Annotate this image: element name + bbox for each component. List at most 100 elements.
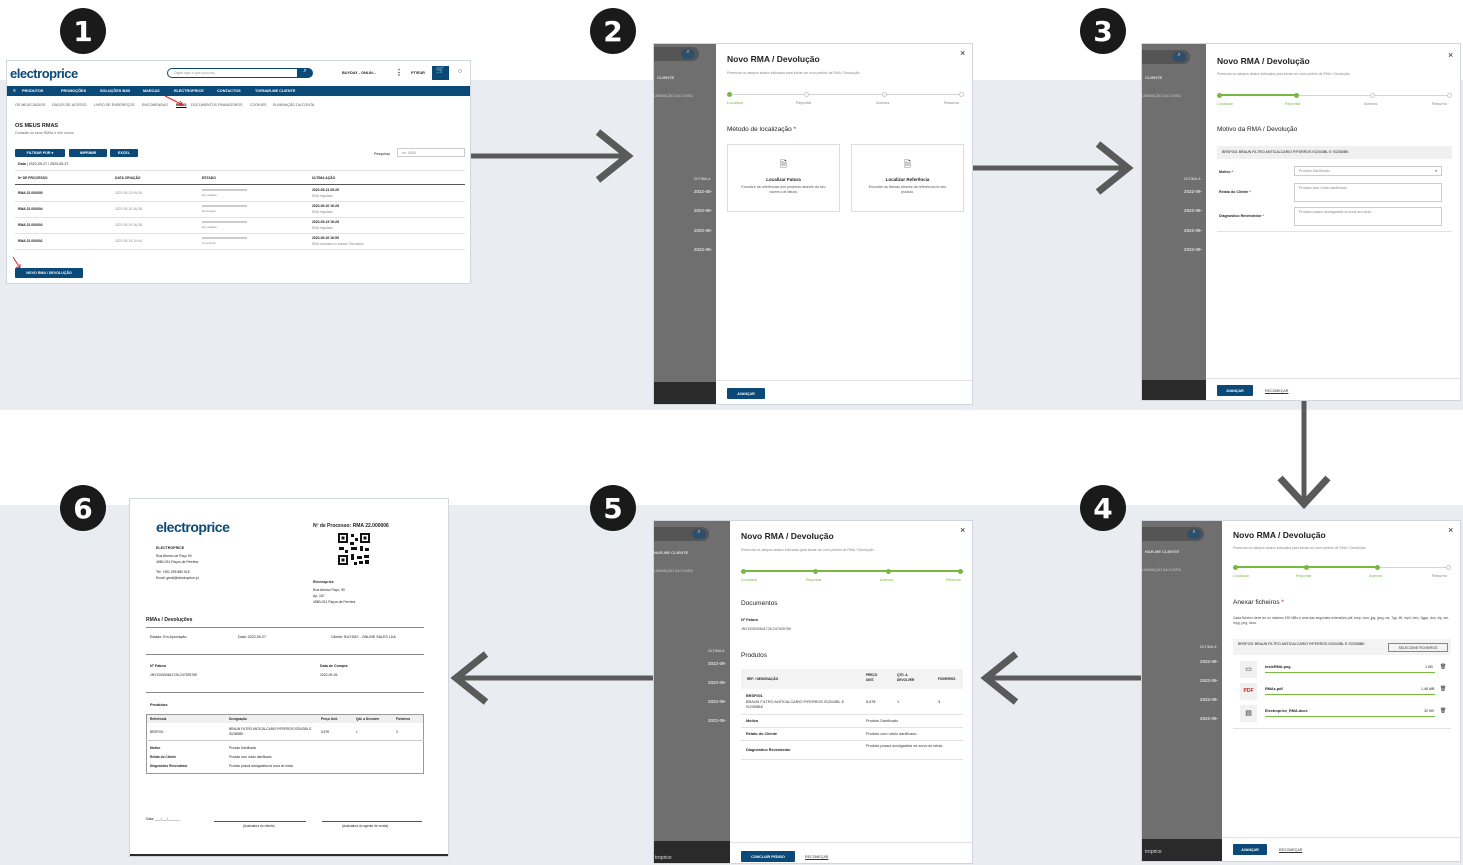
products-title: Produtos xyxy=(741,652,768,659)
document-logo: electroprice xyxy=(156,519,230,535)
col-date[interactable]: DATA CRIAÇÃO xyxy=(115,176,141,180)
cart-icon[interactable]: 🛒 xyxy=(432,66,449,80)
nav-produtos[interactable]: PRODUTOS xyxy=(22,89,43,93)
step-badge-4: 4 xyxy=(1080,485,1126,531)
diag-textarea[interactable]: Produto possui amolgadela na zona do rót… xyxy=(1294,207,1442,226)
search-icon: ⌕ xyxy=(1187,529,1201,539)
nav-marcas[interactable]: MARCAS xyxy=(143,89,160,93)
motivo-select[interactable]: Produto Danificado ▾ xyxy=(1294,166,1442,176)
main-nav: ≡ PRODUTOS PROMOÇÕES SOLUÇÕES B2B MARCAS… xyxy=(7,86,470,96)
stepper-dot-resumo xyxy=(1447,93,1452,98)
modal-title: Novo RMA / Devolução xyxy=(1217,56,1310,66)
excel-button[interactable]: EXCEL xyxy=(110,149,138,157)
rma-modal: Novo RMA / Devolução Preencha os campos … xyxy=(730,521,972,863)
language-selector[interactable]: PT/EUR xyxy=(411,71,425,75)
modal-title: Novo RMA / Devolução xyxy=(1233,530,1326,540)
rma-modal: Novo RMA / Devolução Preencha os campos … xyxy=(1222,521,1460,861)
arrow-right-icon xyxy=(470,129,634,183)
document-icon: 🗎 xyxy=(779,159,788,169)
nav-contactos[interactable]: CONTACTOS xyxy=(217,89,241,93)
locate-invoice-card[interactable]: 🗎 Localizar Fatura Encontre as referênci… xyxy=(727,144,840,212)
section-title: Método de localização * xyxy=(727,126,797,133)
finish-order-button[interactable]: CONCLUIR PEDIDO xyxy=(741,851,795,862)
image-file-icon: ▭ xyxy=(1240,661,1257,678)
modal-title: Novo RMA / Devolução xyxy=(727,54,820,64)
select-files-button[interactable]: SELECIONE FICHEIROS xyxy=(1388,643,1448,652)
step-badge-3: 3 xyxy=(1080,8,1126,54)
new-rma-button[interactable]: NOVO RMA / DEVOLUÇÃO xyxy=(15,268,83,278)
stepper-dot-reportar xyxy=(813,569,818,574)
account-menu[interactable]: BUYDAY - ONLIN... xyxy=(342,71,376,75)
doc-file-icon: ▤ xyxy=(1240,705,1257,722)
section-title: Motivo da RMA / Devolução xyxy=(1217,126,1298,133)
close-icon[interactable]: × xyxy=(960,525,965,535)
modal-subtitle: Preencha os campos abaixo indicados para… xyxy=(1217,72,1351,76)
locate-reference-card[interactable]: 🗎 Localizar Referência Encontre as fatur… xyxy=(851,144,964,212)
more-icon[interactable]: ⋮ xyxy=(395,68,403,77)
col-process[interactable]: Nº DE PROCESSO xyxy=(18,176,48,180)
relato-label: Relato do Cliente * xyxy=(1219,190,1251,194)
screen-3-report: ⌕ CLIENTE LIMINAÇÃO DA CONTA ÚLTIMA A 20… xyxy=(1141,43,1461,401)
stepper-dot-anexos xyxy=(882,92,887,97)
arrow-down-icon xyxy=(1277,400,1331,510)
restart-button[interactable]: RECOMEÇAR xyxy=(1265,389,1288,393)
rma-modal: Novo RMA / Devolução Preencha os campos … xyxy=(1206,44,1460,400)
modal-subtitle: Preencha os campos abaixo indicados para… xyxy=(1233,546,1367,550)
page-title: OS MEUS RMAS xyxy=(15,123,59,129)
step-badge-5: 5 xyxy=(590,485,636,531)
restart-button[interactable]: RECOMEÇAR xyxy=(805,855,828,859)
subnav-enderecos[interactable]: LIVRO DE ENDEREÇOS xyxy=(94,103,135,107)
document-icon: 🗎 xyxy=(903,159,912,169)
nav-promocoes[interactable]: PROMOÇÕES xyxy=(61,89,86,93)
modal-subtitle: Preencha os campos abaixo indicados para… xyxy=(727,71,861,75)
nav-solucoes[interactable]: SOLUÇÕES B2B xyxy=(100,89,130,93)
step-badge-1: 1 xyxy=(60,8,106,54)
process-number: Nº de Processo: RMA 22.000006 xyxy=(313,523,389,529)
close-icon[interactable]: × xyxy=(1448,525,1453,535)
rma-search-input[interactable]: ex: 4000 xyxy=(397,148,465,157)
subnav-meus-dados[interactable]: OS MEUS DADOS xyxy=(15,103,45,107)
print-button[interactable]: IMPRIMIR xyxy=(69,149,107,157)
date-filter: Data | 2022-09-27 / 2022-09-27 xyxy=(18,162,69,166)
attachment-info: Cada ficheiro deve ter no máximo 150 MBs… xyxy=(1233,616,1449,625)
menu-icon[interactable]: ≡ xyxy=(13,88,16,94)
search-icon[interactable]: ⌕ xyxy=(297,68,313,78)
stepper-dot-localizar xyxy=(741,569,746,574)
diag-label: Diagnóstico Revendedor * xyxy=(1219,214,1264,218)
relato-textarea[interactable]: Produto com rótulo danificado. xyxy=(1294,183,1442,202)
invoice-value: JNY220530641726,247925769 xyxy=(741,627,791,631)
nav-electroprice[interactable]: ELECTROPRICE xyxy=(174,89,204,93)
stepper-dot-localizar xyxy=(1233,565,1238,570)
screen-4-attachments: ⌕ NAR-ME CLIENTE LIMINAÇÃO DA CONTA ÚLTI… xyxy=(1141,520,1461,862)
close-icon[interactable]: × xyxy=(960,48,965,58)
arrow-left-icon xyxy=(980,651,1142,705)
nav-tornar-cliente[interactable]: TORNAR-ME CLIENTE xyxy=(255,89,295,93)
stepper-dot-localizar xyxy=(1217,93,1222,98)
stepper-dot-anexos xyxy=(886,569,891,574)
subnav-acesso[interactable]: DADOS DE ACESSO xyxy=(52,103,87,107)
subnav-eliminacao[interactable]: ELIMINAÇÃO DA CONTA xyxy=(273,103,314,107)
col-last[interactable]: ÚLTIMA AÇÃO xyxy=(312,176,335,180)
store-logo[interactable]: electroprice xyxy=(10,66,78,81)
advance-button[interactable]: AVANÇAR xyxy=(1233,844,1267,855)
user-icon[interactable]: ○ xyxy=(458,68,462,75)
subnav-documentos[interactable]: DOCUMENTOS FINANCEIROS xyxy=(191,103,242,107)
restart-button[interactable]: RECOMEÇAR xyxy=(1279,848,1302,852)
filter-button[interactable]: FILTRAR POR ▾ xyxy=(15,149,65,157)
subnav-cookies[interactable]: COOKIES xyxy=(250,103,266,107)
close-icon[interactable]: × xyxy=(1448,50,1453,60)
trash-icon[interactable]: 🗑 xyxy=(1440,664,1446,670)
stepper-dot-reportar xyxy=(1304,565,1309,570)
section-title: RMAs / Devoluções xyxy=(146,617,193,623)
step-badge-2: 2 xyxy=(590,8,636,54)
screen-2-locate: ⌕ CLIENTE LIMINAÇÃO DA CONTA ÚLTIMA A 20… xyxy=(653,43,973,405)
advance-button[interactable]: AVANÇAR xyxy=(727,388,765,399)
trash-icon[interactable]: 🗑 xyxy=(1440,708,1446,714)
motivo-label: Motivo * xyxy=(1219,170,1233,174)
search-icon: ⌕ xyxy=(692,529,706,539)
col-state[interactable]: ESTADO xyxy=(202,176,216,180)
trash-icon[interactable]: 🗑 xyxy=(1440,686,1446,692)
documents-title: Documentos xyxy=(741,600,778,607)
search-input[interactable]: Digite aqui o que procura... xyxy=(167,68,312,78)
advance-button[interactable]: AVANÇAR xyxy=(1217,385,1253,396)
